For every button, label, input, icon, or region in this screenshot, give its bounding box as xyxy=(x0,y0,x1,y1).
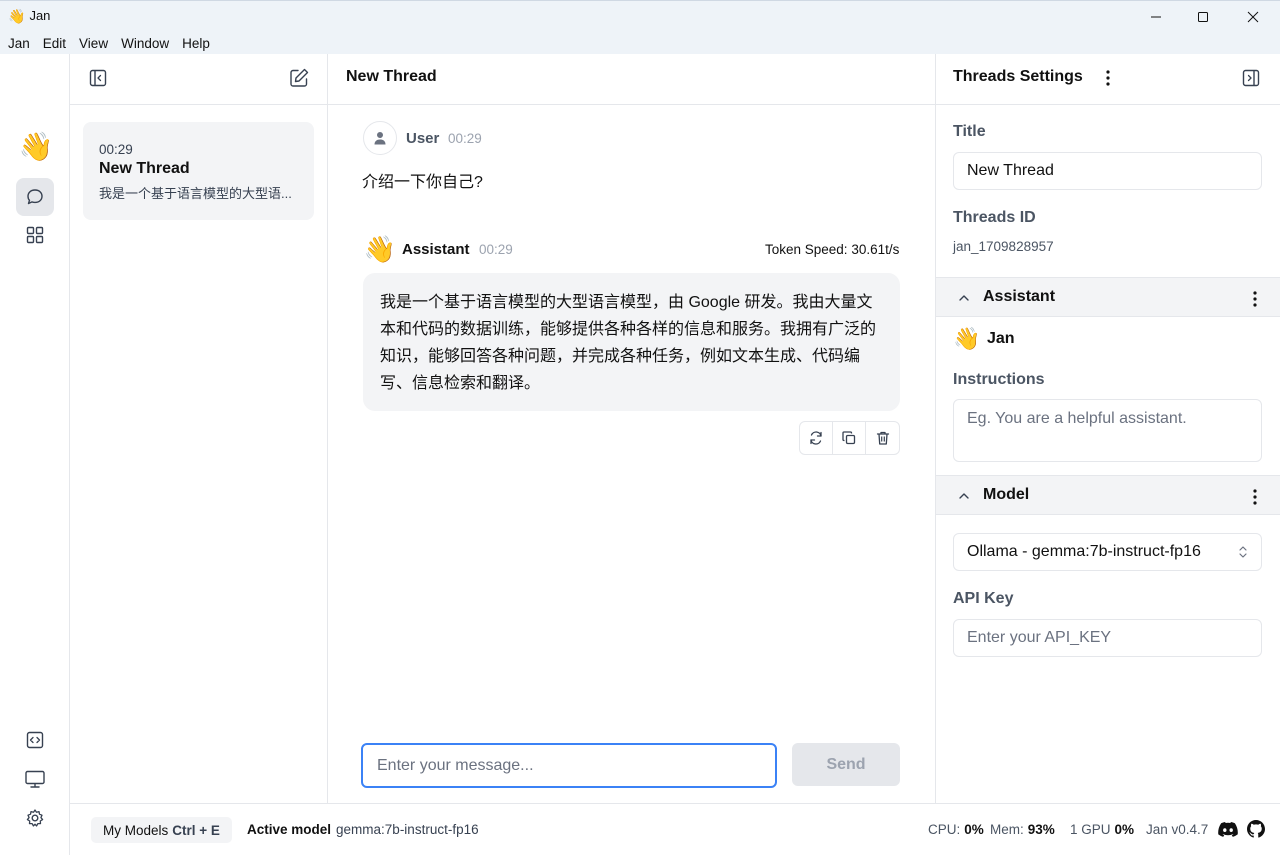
model-section-header[interactable]: Model xyxy=(936,475,1280,515)
active-model-value: gemma:7b-instruct-fp16 xyxy=(336,822,479,837)
chat-panel: New Thread User 00:29 介绍一下你自己? 👋 Assista… xyxy=(328,54,935,803)
my-models-button[interactable]: My Models Ctrl + E xyxy=(91,817,232,843)
gpu-value: 0% xyxy=(1114,822,1135,837)
page-title: New Thread xyxy=(346,68,437,85)
mem-value: 93% xyxy=(1027,822,1055,837)
title-label: Title xyxy=(953,123,986,140)
thread-preview: 我是一个基于语言模型的大型语... xyxy=(99,186,292,201)
menu-help[interactable]: Help xyxy=(182,36,210,51)
my-models-shortcut: Ctrl + E xyxy=(172,822,220,838)
chevron-up-icon xyxy=(956,488,972,504)
instructions-label: Instructions xyxy=(953,371,1045,388)
thread-time: 00:29 xyxy=(99,142,133,157)
thread-title: New Thread xyxy=(99,160,190,177)
api-key-input[interactable]: Enter your API_KEY xyxy=(953,619,1262,657)
gear-icon[interactable] xyxy=(16,799,54,837)
model-select[interactable]: Ollama - gemma:7b-instruct-fp16 xyxy=(953,533,1262,571)
menu-bar: Jan Edit View Window Help xyxy=(0,32,1280,54)
divider xyxy=(70,104,327,105)
assistant-avatar-icon: 👋 xyxy=(363,233,397,264)
threads-id-label: Threads ID xyxy=(953,209,1036,226)
close-icon[interactable] xyxy=(1230,1,1276,33)
more-vertical-icon[interactable] xyxy=(1246,290,1264,308)
regenerate-icon[interactable] xyxy=(800,422,833,454)
title-input[interactable]: New Thread xyxy=(953,152,1262,190)
assistant-message-line: 知识，能够回答各种问题，并完成各种任务，例如文本生成、代码编 xyxy=(380,348,861,365)
token-speed: Token Speed: 30.61t/s xyxy=(765,242,900,257)
user-avatar-icon xyxy=(363,121,397,155)
discord-icon[interactable] xyxy=(1217,820,1239,838)
trash-icon[interactable] xyxy=(866,422,899,454)
minimize-icon[interactable] xyxy=(1133,1,1179,33)
model-section-label: Model xyxy=(983,486,1030,503)
left-rail: 👋 xyxy=(0,54,70,855)
thread-item[interactable]: 00:29 New Thread 我是一个基于语言模型的大型语... xyxy=(83,122,314,220)
cpu-usage: CPU: 0% xyxy=(928,822,984,837)
divider xyxy=(936,104,1280,105)
send-button[interactable]: Send xyxy=(792,743,900,786)
menu-window[interactable]: Window xyxy=(121,36,169,51)
mem-label: Mem: xyxy=(990,822,1024,837)
user-message-text: 介绍一下你自己? xyxy=(362,174,483,191)
assistant-avatar-icon: 👋 xyxy=(953,326,981,351)
chevron-up-down-icon xyxy=(1238,545,1248,559)
memory-usage: Mem: 93% xyxy=(990,822,1055,837)
grid-icon[interactable] xyxy=(16,216,54,254)
chat-icon[interactable] xyxy=(16,178,54,216)
my-models-label: My Models xyxy=(103,822,169,838)
menu-edit[interactable]: Edit xyxy=(43,36,66,51)
user-name: User xyxy=(406,130,440,147)
gpu-usage: 1 GPU 0% xyxy=(1070,822,1134,837)
cpu-label: CPU: xyxy=(928,822,961,837)
message-input[interactable]: Enter your message... xyxy=(361,743,777,788)
more-vertical-icon[interactable] xyxy=(1246,488,1264,506)
active-model: Active model gemma:7b-instruct-fp16 xyxy=(247,822,479,837)
assistant-section-label: Assistant xyxy=(983,288,1056,305)
cpu-value: 0% xyxy=(964,822,984,837)
assistant-name-value: Jan xyxy=(987,330,1015,347)
window-title: 👋 Jan xyxy=(8,8,50,23)
code-icon[interactable] xyxy=(16,721,54,759)
app-version: Jan v0.4.7 xyxy=(1146,822,1209,837)
model-select-value: Ollama - gemma:7b-instruct-fp16 xyxy=(967,543,1201,560)
collapse-right-panel-icon[interactable] xyxy=(1239,66,1263,90)
jan-logo-icon: 👋 xyxy=(18,130,54,162)
instructions-textarea[interactable]: Eg. You are a helpful assistant. xyxy=(953,399,1262,462)
chevron-up-icon xyxy=(956,290,972,306)
maximize-icon[interactable] xyxy=(1180,1,1226,33)
copy-icon[interactable] xyxy=(833,422,866,454)
app-logo-icon: 👋 xyxy=(8,7,26,24)
assistant-message-line: 写、信息检索和翻译。 xyxy=(380,375,541,392)
settings-title: Threads Settings xyxy=(953,68,1083,85)
window-title-text: Jan xyxy=(29,8,51,23)
assistant-section-header[interactable]: Assistant xyxy=(936,277,1280,317)
menu-view[interactable]: View xyxy=(79,36,108,51)
assistant-message-bubble: 我是一个基于语言模型的大型语言模型，由 Google 研发。我由大量文 本和代码… xyxy=(363,273,900,411)
message-actions xyxy=(799,421,900,455)
monitor-icon[interactable] xyxy=(16,760,54,798)
assistant-message-line: 本和代码的数据训练，能够提供各种各样的信息和服务。我拥有广泛的 xyxy=(380,321,877,338)
active-model-label: Active model xyxy=(247,822,332,837)
threads-settings-panel: Threads Settings Title New Thread Thread… xyxy=(935,54,1280,803)
assistant-message-line: 我是一个基于语言模型的大型语言模型，由 Google 研发。我由大量文 xyxy=(380,294,873,311)
assistant-message-time: 00:29 xyxy=(479,242,513,257)
thread-list-panel: 00:29 New Thread 我是一个基于语言模型的大型语... xyxy=(70,54,328,803)
github-icon[interactable] xyxy=(1246,819,1266,839)
threads-id-value: jan_1709828957 xyxy=(953,239,1054,254)
new-thread-edit-icon[interactable] xyxy=(287,66,311,90)
gpu-label: 1 GPU xyxy=(1070,822,1111,837)
title-bar: 👋 Jan xyxy=(0,0,1280,32)
menu-jan[interactable]: Jan xyxy=(8,36,30,51)
status-bar: My Models Ctrl + E Active model gemma:7b… xyxy=(70,803,1280,855)
more-vertical-icon[interactable] xyxy=(1098,66,1118,90)
assistant-name: Assistant xyxy=(402,241,470,258)
collapse-left-panel-icon[interactable] xyxy=(86,66,110,90)
api-key-label: API Key xyxy=(953,590,1014,607)
divider xyxy=(328,104,935,105)
user-message-time: 00:29 xyxy=(448,131,482,146)
